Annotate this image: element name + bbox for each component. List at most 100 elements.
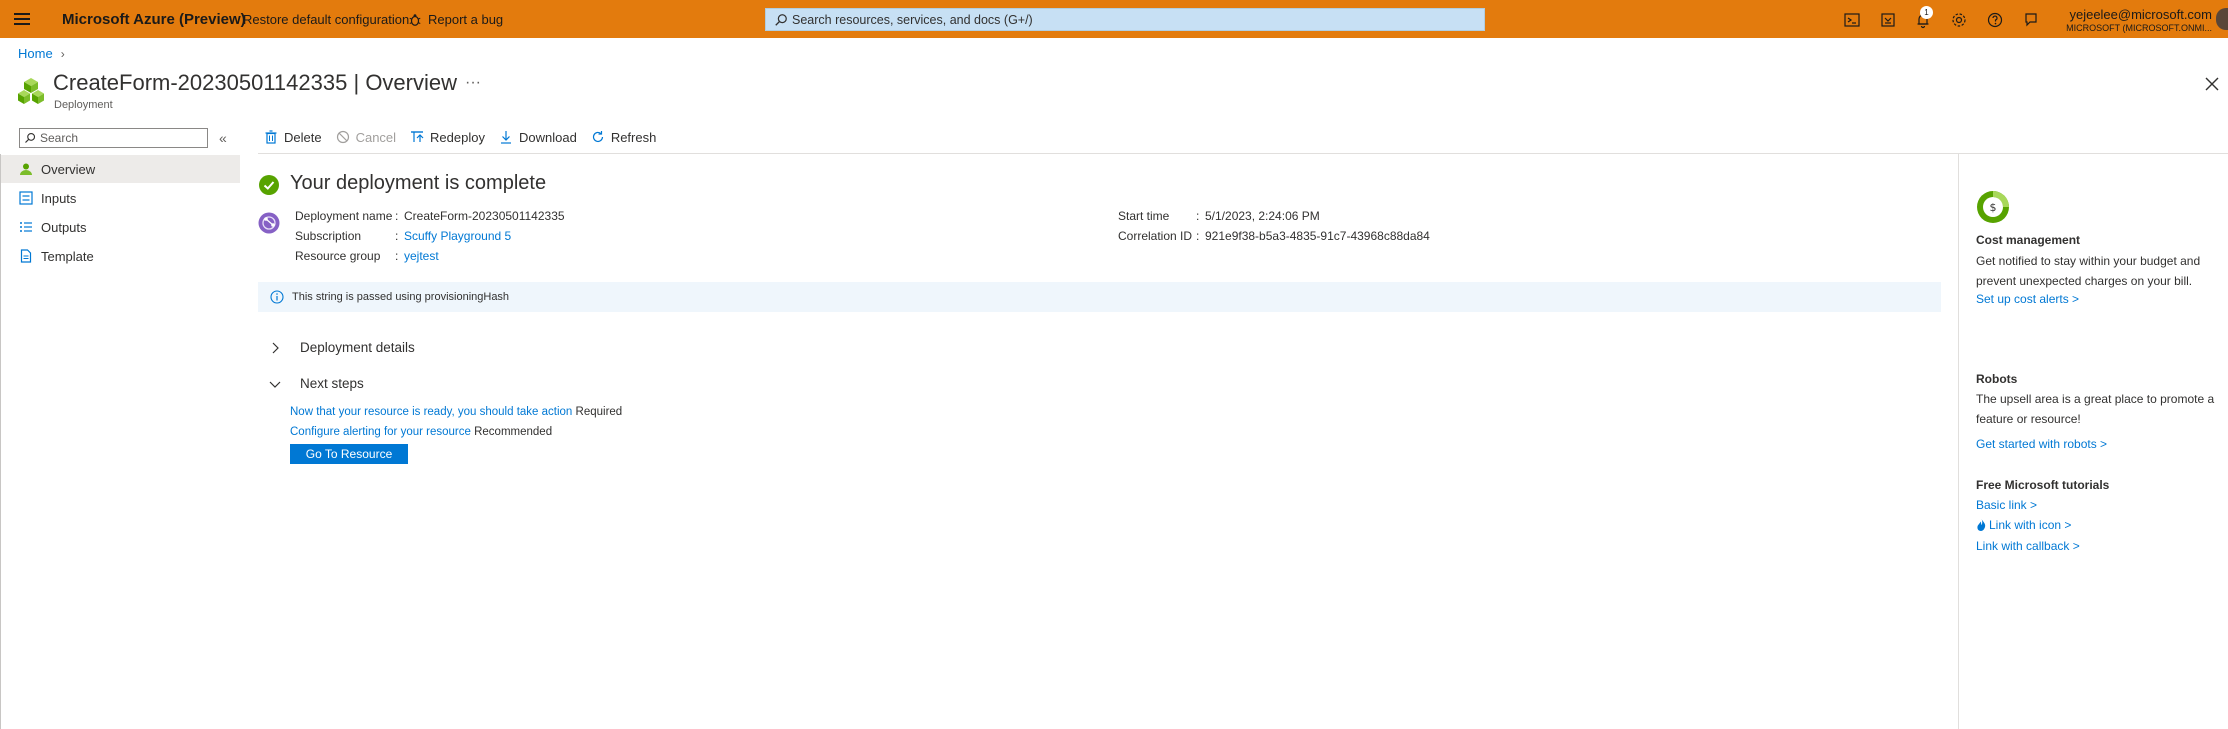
take-action-link[interactable]: Now that your resource is ready, you sho… (290, 406, 572, 418)
start-time-label: Start time (1118, 209, 1170, 223)
deployment-name-label: Deployment name (295, 209, 393, 223)
user-tenant[interactable]: MICROSOFT (MICROSOFT.ONMI... (2066, 23, 2212, 33)
colon: : (1196, 229, 1200, 243)
tutorials-title: Free Microsoft tutorials (1976, 478, 2110, 492)
cost-management-icon: $ (1977, 191, 2009, 223)
start-time-value: 5/1/2023, 2:24:06 PM (1205, 209, 1320, 223)
nav-search-input[interactable] (40, 131, 200, 145)
start-time-row: Start time : 5/1/2023, 2:24:06 PM (1118, 209, 1320, 223)
subscription-link[interactable]: Scuffy Playground 5 (404, 229, 511, 243)
right-panel-divider (1958, 154, 1959, 729)
cost-alerts-link[interactable]: Set up cost alerts > (1976, 292, 2079, 306)
cloud-shell-icon[interactable] (1843, 11, 1861, 29)
collapse-nav-button[interactable]: « (219, 130, 227, 146)
avatar[interactable] (2216, 8, 2228, 30)
toolbar-divider (258, 153, 2228, 154)
flame-icon (1977, 519, 1986, 531)
delete-button[interactable]: Delete (264, 130, 322, 145)
redeploy-button[interactable]: Redeploy (410, 130, 485, 145)
colon: : (1196, 209, 1200, 223)
redeploy-label: Redeploy (430, 129, 485, 145)
download-label: Download (518, 129, 577, 145)
close-icon[interactable] (2204, 76, 2220, 92)
settings-gear-icon[interactable] (1950, 11, 1968, 29)
title-separator: | (347, 70, 366, 95)
deployment-name-value: CreateForm-20230501142335 (404, 209, 565, 223)
command-toolbar: Delete Cancel Redeploy Download Refresh (264, 127, 670, 147)
hamburger-menu-icon[interactable] (14, 13, 30, 25)
sidebar-item-inputs[interactable]: Inputs (0, 184, 240, 212)
cancel-label: Cancel (355, 129, 397, 145)
delete-label: Delete (284, 129, 322, 145)
sidebar-item-label: Overview (41, 161, 96, 177)
info-banner: This string is passed using provisioning… (258, 282, 1941, 312)
deployment-cubes-icon (18, 78, 44, 104)
sidebar-item-label: Template (41, 248, 94, 264)
deployment-globe-icon (258, 212, 280, 234)
sidebar-item-label: Inputs (41, 190, 77, 206)
deployment-name-row: Deployment name : CreateForm-20230501142… (295, 209, 565, 223)
robots-link[interactable]: Get started with robots > (1976, 437, 2107, 451)
outputs-icon (20, 222, 32, 232)
help-icon[interactable] (1986, 11, 2004, 29)
robots-title: Robots (1976, 372, 2018, 386)
restore-default-config-link[interactable]: Restore default configuration (243, 12, 409, 27)
feedback-icon[interactable] (2022, 11, 2040, 29)
trash-icon (265, 130, 277, 144)
notification-count-badge: 1 (1920, 6, 1933, 19)
svg-text:$: $ (1990, 201, 1997, 214)
cancel-circle-icon (336, 130, 349, 144)
next-step-recommended: Configure alerting for your resource Rec… (290, 426, 552, 438)
search-icon (25, 132, 36, 143)
more-actions-button[interactable]: ··· (465, 74, 481, 92)
chevron-right-icon (272, 342, 279, 353)
sidebar-item-template[interactable]: Template (0, 242, 240, 270)
directory-filter-icon[interactable] (1879, 11, 1897, 29)
global-search[interactable] (765, 8, 1485, 31)
resource-group-row: Resource group : yejtest (295, 249, 439, 263)
recommended-tag: Recommended (474, 426, 553, 438)
refresh-label: Refresh (610, 129, 657, 145)
report-bug-link[interactable]: Report a bug (408, 12, 503, 27)
cost-management-title: Cost management (1976, 233, 2081, 247)
breadcrumb: Home › (18, 46, 65, 61)
search-icon (775, 13, 787, 26)
redeploy-icon (411, 131, 424, 142)
deployment-details-toggle[interactable]: Deployment details (268, 340, 415, 355)
sidebar-item-overview[interactable]: Overview (0, 155, 240, 183)
breadcrumb-home-link[interactable]: Home (18, 46, 53, 61)
next-steps-toggle[interactable]: Next steps (268, 376, 364, 391)
subscription-row: Subscription : Scuffy Playground 5 (295, 229, 511, 243)
nav-search[interactable] (19, 128, 208, 148)
resource-group-link[interactable]: yejtest (404, 249, 439, 263)
info-icon (270, 290, 284, 304)
deployment-status-heading: Your deployment is complete (290, 172, 547, 194)
refresh-icon (592, 131, 603, 143)
resource-group-label: Resource group (295, 249, 381, 263)
cancel-button[interactable]: Cancel (336, 130, 396, 145)
link-with-icon[interactable]: Link with icon > (1976, 518, 2071, 532)
refresh-button[interactable]: Refresh (591, 129, 657, 145)
link-with-callback[interactable]: Link with callback > (1976, 539, 2080, 553)
info-banner-text: This string is passed using provisioning… (292, 291, 510, 303)
breadcrumb-chevron-icon: › (60, 46, 65, 61)
bug-icon (409, 13, 421, 26)
deployment-title: CreateForm-20230501142335 (53, 70, 348, 95)
basic-link[interactable]: Basic link > (1976, 498, 2037, 512)
cost-management-text: Get notified to stay within your budget … (1976, 254, 2201, 288)
configure-alerting-link[interactable]: Configure alerting for your resource (290, 426, 471, 438)
chevron-down-icon (269, 381, 281, 388)
global-search-input[interactable] (792, 12, 1472, 27)
colon: : (395, 249, 399, 263)
subscription-label: Subscription (295, 229, 362, 243)
template-icon (20, 249, 32, 263)
report-bug-label: Report a bug (428, 12, 504, 27)
download-button[interactable]: Download (499, 130, 577, 145)
portal-brand[interactable]: Microsoft Azure (Preview) (62, 11, 246, 28)
user-email[interactable]: yejeelee@microsoft.com (2069, 7, 2212, 22)
colon: : (395, 209, 399, 223)
correlation-id-value: 921e9f38-b5a3-4835-91c7-43968c88da84 (1205, 229, 1430, 243)
go-to-resource-button[interactable]: Go To Resource (290, 444, 408, 464)
top-bar: Microsoft Azure (Preview) Restore defaul… (0, 0, 2228, 38)
sidebar-item-outputs[interactable]: Outputs (0, 213, 240, 241)
